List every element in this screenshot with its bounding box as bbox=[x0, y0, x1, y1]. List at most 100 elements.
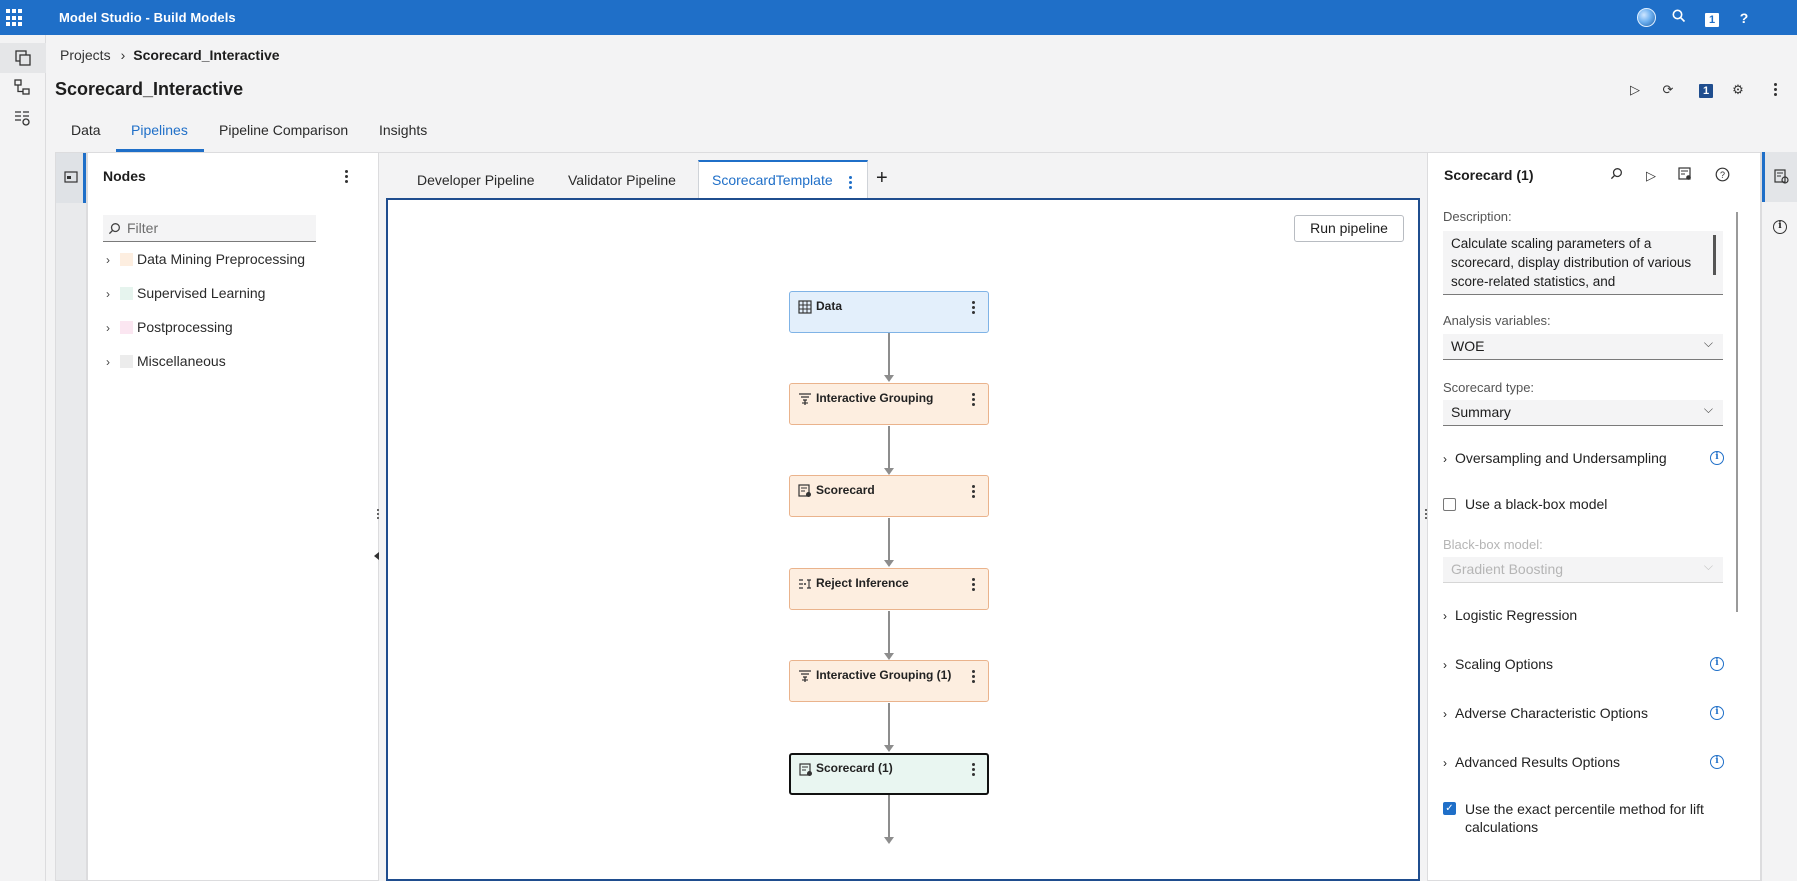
chevron-right-icon: › bbox=[1443, 707, 1447, 721]
search-icon[interactable] bbox=[1607, 167, 1625, 185]
add-pipeline-button[interactable]: + bbox=[876, 167, 888, 190]
page-title: Scorecard_Interactive bbox=[55, 79, 244, 99]
pipeline-node-interactive-grouping-1[interactable]: Interactive Grouping (1) bbox=[789, 660, 989, 702]
description-field[interactable]: Calculate scaling parameters of a scorec… bbox=[1443, 231, 1723, 295]
category-label: Data Mining Preprocessing bbox=[137, 251, 306, 267]
filter-input[interactable] bbox=[127, 219, 307, 237]
blackbox-checkbox[interactable] bbox=[1443, 498, 1456, 511]
pipeline-node-data[interactable]: Data bbox=[789, 291, 989, 333]
chevron-right-icon: › bbox=[1443, 452, 1447, 466]
edge-arrow bbox=[884, 653, 894, 660]
chevron-right-icon: › bbox=[106, 287, 110, 301]
nodes-filter[interactable] bbox=[103, 215, 316, 242]
node-more-icon[interactable] bbox=[972, 393, 976, 407]
chevron-right-icon: › bbox=[1443, 609, 1447, 623]
settings-icon[interactable]: ⚙ bbox=[1729, 81, 1747, 99]
node-more-icon[interactable] bbox=[972, 763, 976, 777]
run-pipeline-button[interactable]: Run pipeline bbox=[1294, 215, 1404, 242]
tab-data[interactable]: Data bbox=[71, 122, 101, 138]
node-more-icon[interactable] bbox=[972, 578, 976, 592]
blackbox-checkbox-label: Use a black-box model bbox=[1465, 496, 1608, 512]
tab-insights[interactable]: Insights bbox=[379, 122, 427, 138]
info-icon[interactable]: i bbox=[1710, 657, 1724, 671]
section-scaling-options[interactable]: › Scaling Options bbox=[1443, 656, 1553, 672]
properties-scrollbar[interactable] bbox=[1736, 212, 1738, 612]
info-icon[interactable]: i bbox=[1710, 755, 1724, 769]
pipeline-edge bbox=[888, 333, 890, 377]
nodes-title: Nodes bbox=[103, 168, 146, 184]
exact-percentile-label-line1: Use the exact percentile method for lift bbox=[1465, 801, 1704, 817]
node-more-icon[interactable] bbox=[972, 670, 976, 684]
scorecard-icon bbox=[799, 763, 812, 776]
pipeline-tab-more-icon[interactable] bbox=[849, 176, 853, 190]
scorecard-type-select[interactable]: Summary ⌵ bbox=[1443, 400, 1723, 426]
refresh-icon[interactable]: ⟳ bbox=[1659, 81, 1677, 99]
left-splitter-handle[interactable] bbox=[377, 509, 381, 523]
scorecard-icon bbox=[798, 484, 811, 497]
results-icon[interactable] bbox=[1676, 167, 1694, 185]
projects-icon bbox=[15, 50, 31, 66]
help-icon[interactable]: ? bbox=[1713, 167, 1731, 185]
properties-title: Scorecard (1) bbox=[1444, 167, 1534, 183]
category-data-mining-preprocessing[interactable]: › Data Mining Preprocessing bbox=[106, 249, 305, 269]
tab-pipeline-comparison[interactable]: Pipeline Comparison bbox=[219, 122, 348, 138]
pipeline-tab-scorecard-template[interactable]: ScorecardTemplate bbox=[712, 172, 833, 188]
section-advanced-results[interactable]: › Advanced Results Options bbox=[1443, 754, 1620, 770]
notification-badge[interactable]: 1 bbox=[1697, 81, 1715, 99]
properties-toggle-button[interactable] bbox=[1762, 152, 1797, 202]
nodes-panel-toggle bbox=[55, 152, 87, 881]
pipeline-edge bbox=[888, 611, 890, 655]
top-bar: Model Studio - Build Models 1 ? bbox=[0, 0, 1797, 35]
search-icon[interactable] bbox=[1669, 8, 1689, 28]
pipeline-edge bbox=[888, 795, 890, 839]
description-scrollbar[interactable] bbox=[1713, 235, 1716, 275]
collapse-left-icon[interactable] bbox=[374, 552, 379, 560]
pipeline-flow-icon[interactable] bbox=[13, 78, 33, 98]
category-postprocessing[interactable]: › Postprocessing bbox=[106, 317, 233, 337]
breadcrumb-current: Scorecard_Interactive bbox=[133, 47, 280, 63]
run-icon[interactable]: ▷ bbox=[1626, 81, 1644, 99]
tab-pipelines[interactable]: Pipelines bbox=[131, 122, 188, 138]
category-swatch bbox=[120, 287, 133, 300]
pipeline-node-scorecard-1[interactable]: Scorecard (1) bbox=[789, 753, 989, 795]
exact-percentile-label-line2: calculations bbox=[1465, 819, 1539, 835]
apps-menu-icon[interactable] bbox=[6, 9, 24, 27]
section-oversampling[interactable]: › Oversampling and Undersampling bbox=[1443, 450, 1667, 466]
section-label: Advanced Results Options bbox=[1455, 754, 1620, 770]
more-menu-icon[interactable] bbox=[1767, 81, 1785, 99]
exact-percentile-checkbox[interactable]: ✓ bbox=[1443, 802, 1456, 815]
notifications-badge[interactable]: 1 bbox=[1702, 8, 1722, 28]
info-icon[interactable]: i bbox=[1773, 220, 1787, 234]
chevron-right-icon: › bbox=[1443, 658, 1447, 672]
nodes-more-icon[interactable] bbox=[345, 170, 349, 184]
right-rail: i bbox=[1761, 152, 1797, 881]
section-logistic-regression[interactable]: › Logistic Regression bbox=[1443, 607, 1577, 623]
pipeline-tab-developer[interactable]: Developer Pipeline bbox=[417, 172, 535, 188]
breadcrumb-projects[interactable]: Projects bbox=[60, 47, 111, 63]
help-icon[interactable]: ? bbox=[1734, 8, 1754, 28]
chevron-right-icon: › bbox=[106, 253, 110, 267]
pipeline-tab-validator[interactable]: Validator Pipeline bbox=[568, 172, 676, 188]
pipeline-node-scorecard[interactable]: Scorecard bbox=[789, 475, 989, 517]
info-icon[interactable]: i bbox=[1710, 706, 1724, 720]
node-more-icon[interactable] bbox=[972, 301, 976, 315]
edge-arrow bbox=[884, 375, 894, 382]
section-adverse-characteristic[interactable]: › Adverse Characteristic Options bbox=[1443, 705, 1648, 721]
pipeline-node-reject-inference[interactable]: Reject Inference bbox=[789, 568, 989, 610]
category-miscellaneous[interactable]: › Miscellaneous bbox=[106, 351, 226, 371]
rail-item-projects[interactable] bbox=[0, 43, 46, 73]
run-node-icon[interactable]: ▷ bbox=[1642, 167, 1660, 185]
nodes-toggle-button[interactable] bbox=[56, 153, 86, 203]
pipeline-node-interactive-grouping[interactable]: Interactive Grouping bbox=[789, 383, 989, 425]
node-more-icon[interactable] bbox=[972, 485, 976, 499]
chevron-right-icon: › bbox=[106, 355, 110, 369]
analysis-variables-select[interactable]: WOE ⌵ bbox=[1443, 334, 1723, 360]
info-icon[interactable]: i bbox=[1710, 451, 1724, 465]
node-properties-icon bbox=[1774, 169, 1789, 184]
category-supervised-learning[interactable]: › Supervised Learning bbox=[106, 283, 265, 303]
chevron-down-icon: ⌵ bbox=[1703, 402, 1713, 416]
model-manager-icon[interactable] bbox=[13, 109, 33, 129]
breadcrumb-separator: › bbox=[120, 47, 126, 63]
user-avatar[interactable] bbox=[1637, 8, 1656, 27]
category-swatch bbox=[120, 321, 133, 334]
